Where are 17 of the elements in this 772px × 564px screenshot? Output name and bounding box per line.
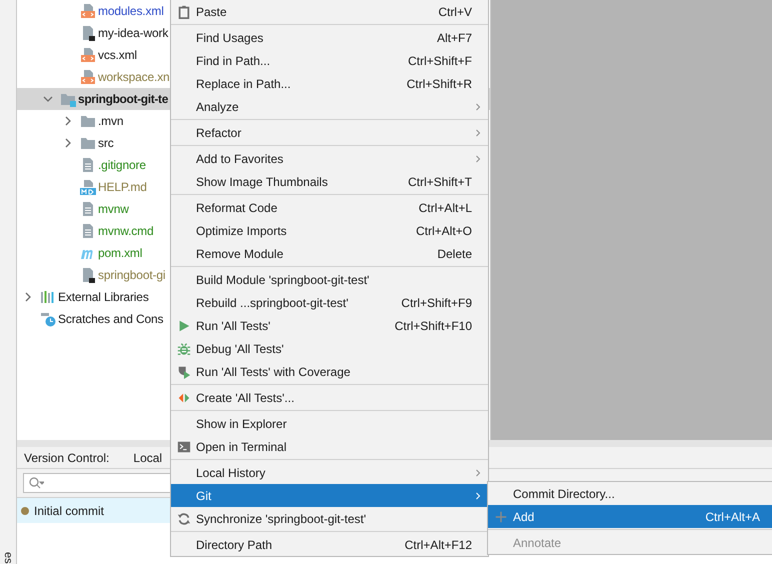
tree-item-label: Scratches and Cons: [58, 312, 164, 326]
commit-message: Initial commit: [34, 504, 104, 518]
tree-item-label: pom.xml: [98, 246, 142, 260]
tree-item-label: mvnw.cmd: [98, 224, 154, 238]
tree-item-label: vcs.xml: [98, 48, 137, 62]
tree-item-label: workspace.xn: [98, 70, 170, 84]
tree-item-label: External Libraries: [58, 290, 149, 304]
tree-item-label: .gitignore: [98, 158, 146, 172]
tree-item-label: springboot-gi: [98, 268, 166, 282]
tree-item-label: my-idea-work: [98, 26, 168, 40]
tree-item-label: springboot-git-te: [78, 92, 168, 106]
panel-title: Version Control:: [24, 450, 110, 464]
tree-item-label: mvnw: [98, 202, 129, 216]
tree-item-label: modules.xml: [98, 4, 164, 18]
tree-item-label: HELP.md: [98, 180, 147, 194]
tree-item-label: src: [98, 136, 114, 150]
tree-item-label: .mvn: [98, 114, 124, 128]
